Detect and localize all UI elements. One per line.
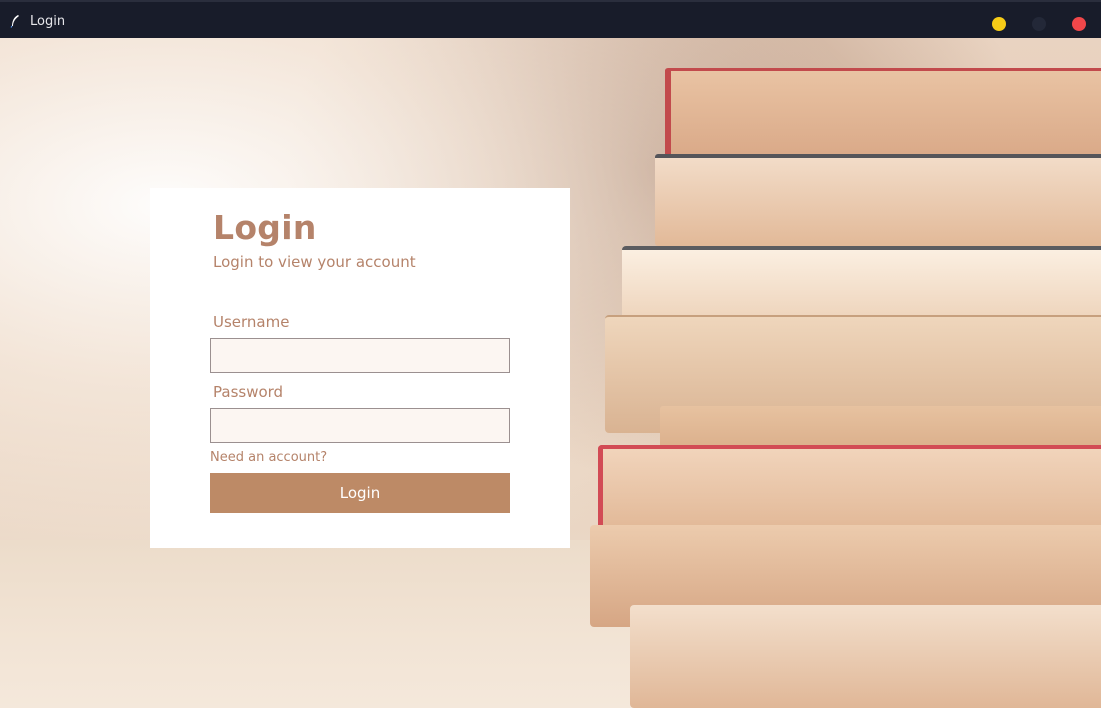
book — [655, 154, 1101, 246]
username-input[interactable] — [210, 338, 510, 373]
maximize-button[interactable] — [1032, 17, 1046, 31]
close-button[interactable] — [1072, 17, 1086, 31]
password-label: Password — [213, 383, 284, 401]
username-label: Username — [213, 313, 290, 331]
window-titlebar: Login — [0, 0, 1101, 38]
minimize-button[interactable] — [992, 17, 1006, 31]
login-card: Login Login to view your account Usernam… — [150, 188, 570, 548]
book — [630, 605, 1101, 708]
book — [665, 68, 1101, 160]
login-heading: Login — [213, 208, 317, 247]
login-button[interactable]: Login — [210, 473, 510, 513]
book-stack-image — [590, 60, 1101, 708]
password-input[interactable] — [210, 408, 510, 443]
window-title: Login — [30, 14, 66, 29]
feather-icon — [9, 14, 21, 28]
login-subheading: Login to view your account — [213, 253, 416, 271]
need-account-link[interactable]: Need an account? — [210, 450, 327, 465]
